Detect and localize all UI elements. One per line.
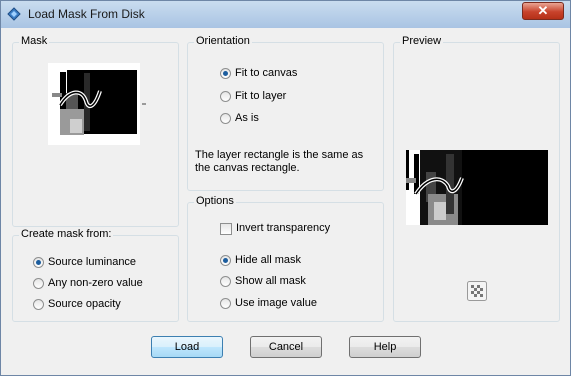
transparency-checker-icon[interactable] xyxy=(467,281,487,301)
radio-indicator xyxy=(220,91,231,102)
checkbox-indicator xyxy=(220,223,232,235)
fit-to-canvas-label: Fit to canvas xyxy=(235,67,298,79)
source-luminance-label: Source luminance xyxy=(48,256,137,268)
create-mask-group-label: Create mask from: xyxy=(19,228,114,240)
help-button[interactable]: Help xyxy=(349,336,421,358)
hide-all-mask-label: Hide all mask xyxy=(235,254,302,266)
as-is-label: As is xyxy=(235,112,259,124)
preview-group: Preview xyxy=(393,35,560,322)
radio-indicator xyxy=(33,257,44,268)
radio-indicator xyxy=(33,278,44,289)
radio-indicator xyxy=(33,299,44,310)
mask-group: Mask xyxy=(12,35,179,227)
preview-group-label: Preview xyxy=(400,35,444,47)
any-non-zero-value-label: Any non-zero value xyxy=(48,277,143,289)
dialog-body: Mask Create mask from: Source luminance … xyxy=(2,28,569,375)
mask-marker xyxy=(142,103,146,105)
cancel-button[interactable]: Cancel xyxy=(250,336,322,358)
load-button[interactable]: Load xyxy=(151,336,223,358)
radio-indicator xyxy=(220,298,231,309)
dialog-window: Load Mask From Disk ✕ Mask Create mask f… xyxy=(0,0,571,376)
orientation-note: The layer rectangle is the same as the c… xyxy=(195,149,364,174)
use-image-value-label: Use image value xyxy=(235,297,317,309)
create-mask-group: Create mask from: Source luminance Any n… xyxy=(12,228,179,322)
radio-indicator xyxy=(220,276,231,287)
fit-to-layer-label: Fit to layer xyxy=(235,90,287,102)
preview-image xyxy=(406,150,548,225)
mask-group-label: Mask xyxy=(19,35,50,47)
mask-thumbnail xyxy=(48,63,140,145)
source-opacity-label: Source opacity xyxy=(48,298,121,310)
title-bar[interactable]: Load Mask From Disk ✕ xyxy=(1,1,570,28)
radio-indicator xyxy=(220,255,231,266)
radio-indicator xyxy=(220,68,231,79)
close-button[interactable]: ✕ xyxy=(522,2,564,20)
radio-indicator xyxy=(220,113,231,124)
options-group: Options Invert transparency Hide all mas… xyxy=(187,195,384,322)
orientation-group-label: Orientation xyxy=(194,35,252,47)
window-title: Load Mask From Disk xyxy=(28,7,145,21)
options-group-label: Options xyxy=(194,195,236,207)
app-icon xyxy=(7,7,21,21)
invert-transparency-label: Invert transparency xyxy=(236,222,331,234)
close-icon: ✕ xyxy=(537,3,549,18)
show-all-mask-label: Show all mask xyxy=(235,275,306,287)
